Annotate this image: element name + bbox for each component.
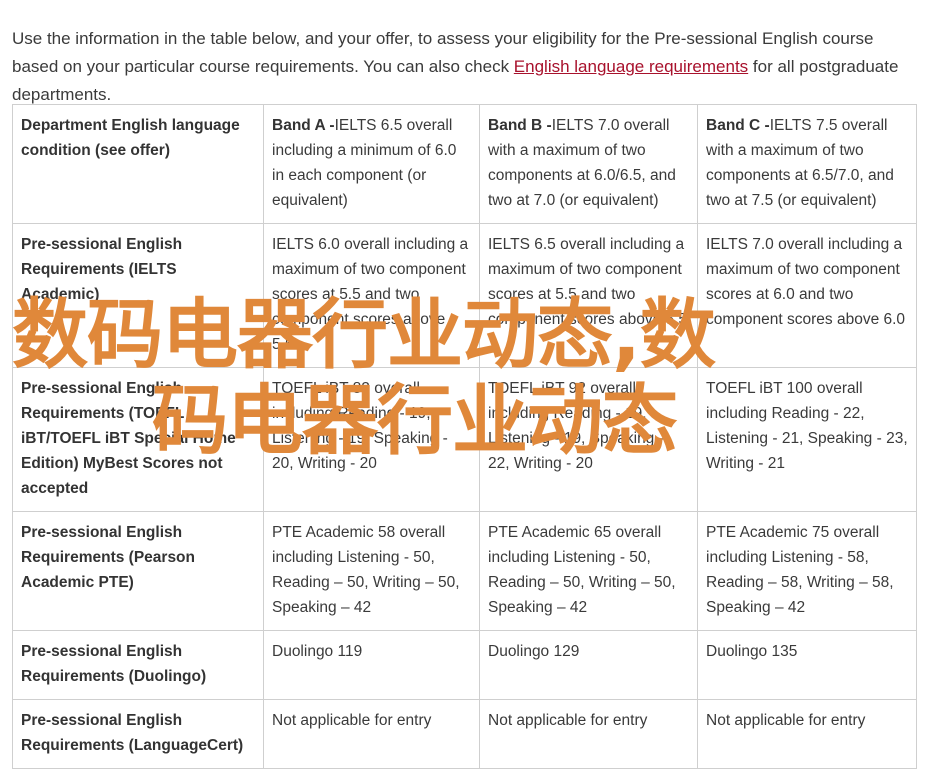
header-condition-cell: Department English language condition (s…: [12, 104, 264, 224]
table-row-pte: Pre-sessional English Requirements (Pear…: [12, 511, 917, 631]
cell-languagecert-band-a: Not applicable for entry: [263, 699, 480, 769]
row-label-toefl: Pre-sessional English Requirements (TOEF…: [12, 367, 264, 512]
cell-toefl-band-a: TOEFL iBT 82 overall including Reading -…: [263, 367, 480, 512]
table-row-languagecert: Pre-sessional English Requirements (Lang…: [12, 699, 917, 769]
table-row-ielts: Pre-sessional English Requirements (IELT…: [12, 223, 917, 368]
header-band-c-cell: Band C -IELTS 7.5 overall with a maximum…: [697, 104, 917, 224]
header-band-b-cell: Band B -IELTS 7.0 overall with a maximum…: [479, 104, 698, 224]
cell-toefl-band-c: TOEFL iBT 100 overall including Reading …: [697, 367, 917, 512]
cell-pte-band-b: PTE Academic 65 overall including Listen…: [479, 511, 698, 631]
row-label-duolingo: Pre-sessional English Requirements (Duol…: [12, 630, 264, 700]
requirements-table: Department English language condition (s…: [12, 104, 917, 769]
cell-duolingo-band-c: Duolingo 135: [697, 630, 917, 700]
cell-pte-band-a: PTE Academic 58 overall including Listen…: [263, 511, 480, 631]
header-band-a-cell: Band A -IELTS 6.5 overall including a mi…: [263, 104, 480, 224]
cell-ielts-band-c: IELTS 7.0 overall including a maximum of…: [697, 223, 917, 368]
header-row: Department English language condition (s…: [12, 104, 917, 224]
english-language-requirements-link[interactable]: English language requirements: [514, 57, 748, 76]
cell-toefl-band-b: TOEFL iBT 92 overall including Reading -…: [479, 367, 698, 512]
cell-duolingo-band-a: Duolingo 119: [263, 630, 480, 700]
cell-ielts-band-a: IELTS 6.0 overall including a maximum of…: [263, 223, 480, 368]
cell-languagecert-band-b: Not applicable for entry: [479, 699, 698, 769]
row-label-languagecert: Pre-sessional English Requirements (Lang…: [12, 699, 264, 769]
band-c-name: Band C -: [706, 117, 770, 134]
table-row-duolingo: Pre-sessional English Requirements (Duol…: [12, 630, 917, 700]
table-row-toefl: Pre-sessional English Requirements (TOEF…: [12, 367, 917, 512]
row-label-ielts: Pre-sessional English Requirements (IELT…: [12, 223, 264, 368]
band-b-name: Band B -: [488, 117, 552, 134]
cell-languagecert-band-c: Not applicable for entry: [697, 699, 917, 769]
cell-pte-band-c: PTE Academic 75 overall including Listen…: [697, 511, 917, 631]
row-label-pte: Pre-sessional English Requirements (Pear…: [12, 511, 264, 631]
intro-paragraph: Use the information in the table below, …: [12, 25, 917, 109]
cell-duolingo-band-b: Duolingo 129: [479, 630, 698, 700]
cell-ielts-band-b: IELTS 6.5 overall including a maximum of…: [479, 223, 698, 368]
band-a-name: Band A -: [272, 117, 335, 134]
